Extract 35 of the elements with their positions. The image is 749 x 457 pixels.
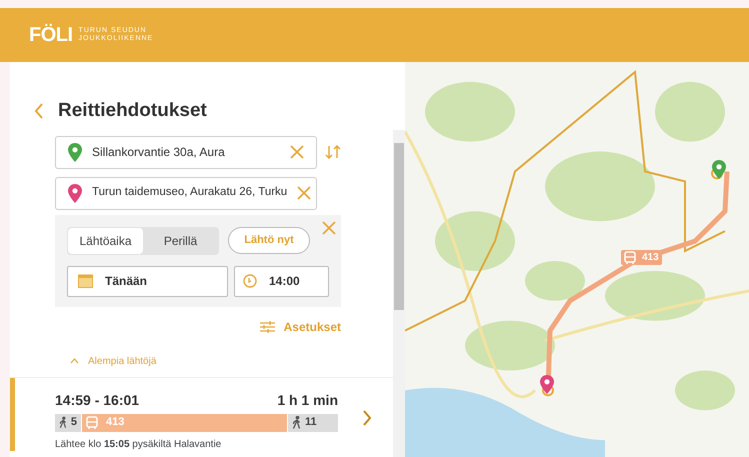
- origin-pin-icon: [68, 142, 82, 162]
- walk-minutes: 11: [305, 415, 317, 430]
- origin-map-pin-icon: [712, 160, 726, 179]
- destination-field[interactable]: Turun taidemuseo, Aurakatu 26, Turku: [55, 176, 317, 210]
- map-route-label: 413: [621, 250, 662, 265]
- time-field[interactable]: 14:00: [234, 266, 329, 296]
- walk-minutes: 5: [70, 415, 77, 430]
- destination-pin-icon: [68, 184, 82, 202]
- departure-note: Lähtee klo 15:05 pysäkiltä Halavantie: [55, 438, 222, 452]
- route-option[interactable]: 14:59 - 16:01 1 h 1 min 5 413 11 Lähtee klo 15:05 pysäkiltä Halavantie: [10, 378, 393, 450]
- time-mode-tab[interactable]: Lähtöaika: [68, 228, 143, 254]
- page-title: Reittiehdotukset: [58, 99, 207, 123]
- bus-icon: [624, 250, 636, 264]
- clear-icon[interactable]: [297, 186, 312, 200]
- origin-field[interactable]: Sillankorvantie 30a, Aura: [55, 136, 317, 168]
- route-duration: 1 h 1 min: [277, 390, 338, 410]
- destination-map-pin-icon: [540, 375, 554, 394]
- scrollbar[interactable]: [393, 130, 405, 457]
- clear-icon[interactable]: [290, 145, 304, 159]
- scrollbar-thumb[interactable]: [394, 143, 404, 310]
- walking-icon: [292, 416, 301, 429]
- calendar-icon: [78, 274, 93, 288]
- back-icon[interactable]: [34, 103, 44, 120]
- time-mode-tab[interactable]: Perillä: [143, 228, 218, 254]
- close-icon[interactable]: [322, 220, 336, 234]
- sliders-icon: [260, 320, 275, 332]
- chevron-up-icon: [70, 358, 79, 364]
- bus-line-number: 413: [106, 415, 124, 430]
- walking-icon: [59, 416, 67, 429]
- swap-icon[interactable]: [325, 145, 341, 159]
- bus-icon: [86, 416, 98, 430]
- route-times: 14:59 - 16:01: [55, 390, 140, 410]
- clock-icon: [243, 274, 257, 288]
- date-field[interactable]: Tänään: [67, 266, 228, 296]
- chevron-right-icon[interactable]: [362, 410, 372, 426]
